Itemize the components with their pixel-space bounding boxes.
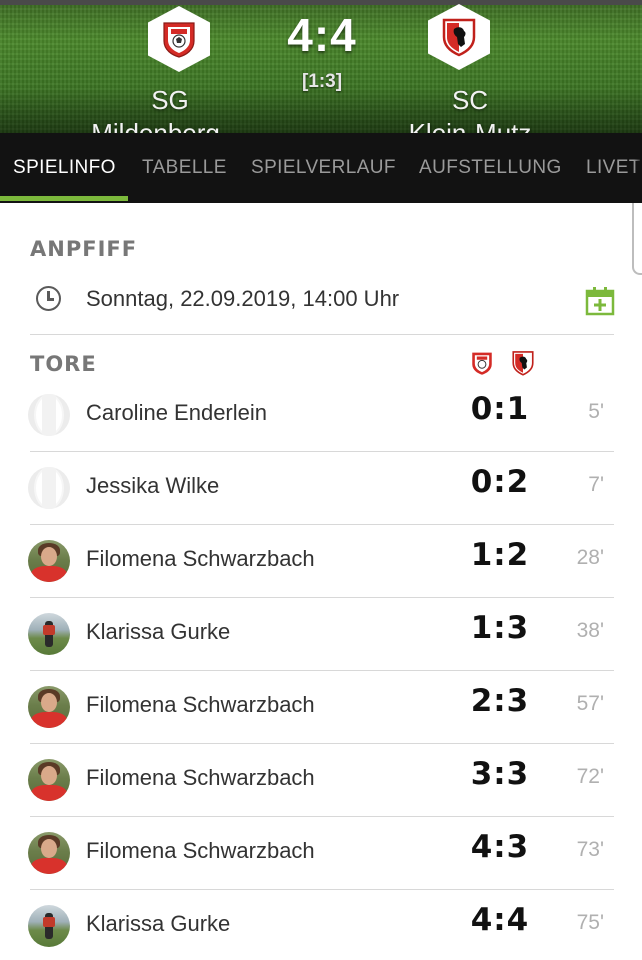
player-avatar [28,613,70,655]
goal-score: 0:2 [470,464,530,500]
home-team-name[interactable]: SG Mildenberg ... [50,84,290,133]
home-team-line1: SG [151,85,189,115]
away-mini-crest-icon [512,351,534,376]
clock-icon [36,286,61,311]
sc-crest-icon [442,18,476,57]
match-header: 4:4 [1:3] SG Mildenberg ... SC Klein-Mut… [0,0,642,133]
kickoff-row: Sonntag, 22.09.2019, 14:00 Uhr [30,283,615,319]
goal-minute: 38' [576,619,604,642]
goal-row[interactable]: Caroline Enderlein 0:1 5' [0,378,642,451]
goal-minute: 7' [588,473,604,496]
goal-score: 4:4 [470,902,530,938]
goal-scorer: Filomena Schwarzbach [86,838,315,863]
away-team-line2: Klein-Mutz [408,118,532,133]
away-team-name[interactable]: SC Klein-Mutz [350,84,590,133]
drawer-handle[interactable] [632,203,642,275]
goal-minute: 5' [588,400,604,423]
tab-liveticker[interactable]: LIVET [586,157,641,179]
player-avatar [28,759,70,801]
home-team-crest[interactable] [148,6,210,72]
goal-minute: 57' [576,692,604,715]
match-score: 4:4 [287,9,357,61]
kickoff-datetime: Sonntag, 22.09.2019, 14:00 Uhr [86,286,400,311]
away-team-crest[interactable] [428,4,490,70]
tab-spielinfo[interactable]: SPIELINFO [13,157,116,179]
goal-score: 3:3 [470,756,530,792]
goal-score: 1:3 [470,610,530,646]
goal-row[interactable]: Klarissa Gurke 4:4 75' [0,889,642,960]
player-avatar [28,832,70,874]
goal-scorer: Jessika Wilke [86,473,220,498]
goal-scorer: Filomena Schwarzbach [86,546,315,571]
tab-spielverlauf[interactable]: SPIELVERLAUF [251,157,396,179]
kickoff-section-title: ANPFIFF [30,237,138,261]
goal-scorer: Klarissa Gurke [86,619,231,644]
goal-minute: 72' [576,765,604,788]
home-mini-crest-icon [472,352,492,375]
player-avatar [28,686,70,728]
goal-row[interactable]: Filomena Schwarzbach 3:3 72' [0,743,642,816]
goal-minute: 28' [576,546,604,569]
goal-score: 4:3 [470,829,530,865]
goal-score: 2:3 [470,683,530,719]
player-avatar [28,394,70,436]
player-avatar [28,905,70,947]
goal-minute: 73' [576,838,604,861]
section-divider [30,334,614,335]
goal-scorer: Filomena Schwarzbach [86,692,315,717]
tab-tabelle[interactable]: TABELLE [142,157,227,179]
player-avatar [28,467,70,509]
tab-scroll-fade [634,133,642,203]
goal-row[interactable]: Filomena Schwarzbach 1:2 28' [0,524,642,597]
away-team-line1: SC [451,85,489,115]
calendar-add-icon[interactable] [585,286,615,316]
goal-row[interactable]: Jessika Wilke 0:2 7' [0,451,642,524]
goal-row[interactable]: Klarissa Gurke 1:3 38' [0,597,642,670]
goals-section-title: TORE [30,352,97,376]
player-avatar [28,540,70,582]
goal-row[interactable]: Filomena Schwarzbach 2:3 57' [0,670,642,743]
goal-scorer: Klarissa Gurke [86,911,231,936]
goal-minute: 75' [576,911,604,934]
active-tab-indicator [0,196,128,201]
goal-scorer: Caroline Enderlein [86,400,267,425]
sg-crest-icon [163,22,195,58]
goal-score: 1:2 [470,537,530,573]
goal-scorer: Filomena Schwarzbach [86,765,315,790]
tab-aufstellung[interactable]: AUFSTELLUNG [419,157,562,179]
status-bar-strip [0,0,642,5]
home-team-line2: Mildenberg ... [91,118,249,133]
goal-score: 0:1 [470,391,530,427]
tab-bar: SPIELINFO TABELLE SPIELVERLAUF AUFSTELLU… [0,133,642,203]
goal-row[interactable]: Filomena Schwarzbach 4:3 73' [0,816,642,889]
